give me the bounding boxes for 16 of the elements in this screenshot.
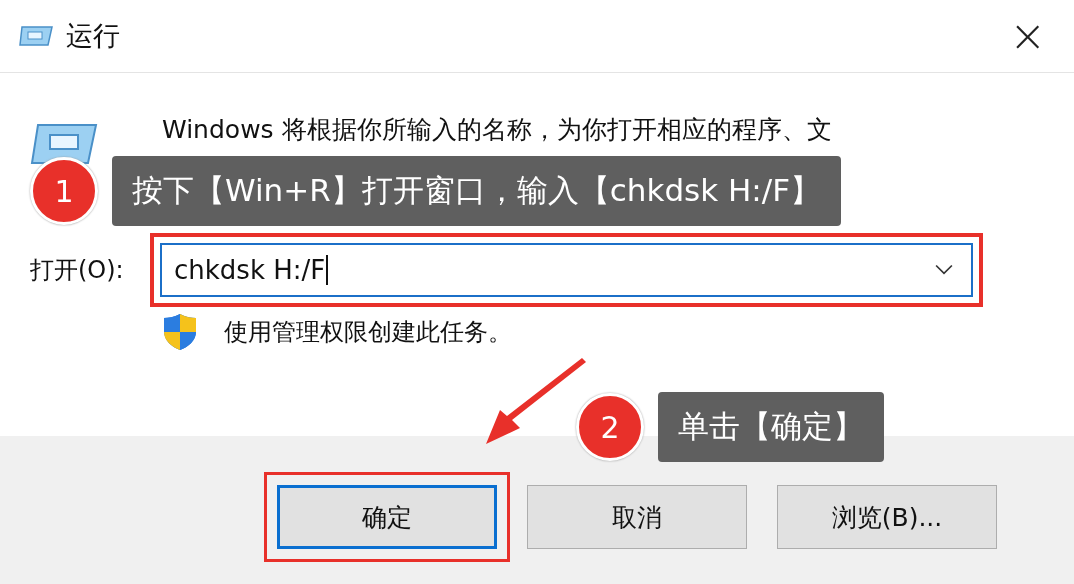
step-number: 2 (576, 393, 644, 461)
description-text: Windows 将根据你所输入的名称，为你打开相应的程序、文 (162, 114, 832, 146)
run-icon (18, 24, 54, 48)
callout-text: 按下【Win+R】打开窗口，输入【chkdsk H:/F】 (112, 156, 842, 226)
step-number: 1 (30, 157, 98, 225)
dialog-button[interactable]: 浏览(B)... (777, 485, 997, 549)
dialog-button[interactable]: 确定 (277, 485, 497, 549)
callout-text: 单击【确定】 (658, 392, 884, 462)
open-label: 打开(O): (30, 255, 125, 286)
close-button[interactable]: × (1003, 14, 1052, 58)
shield-icon (162, 313, 198, 351)
dialog-button[interactable]: 取消 (527, 485, 747, 549)
admin-note: 使用管理权限创建此任务。 (224, 317, 512, 348)
chevron-down-icon[interactable] (935, 264, 953, 276)
command-field[interactable]: chkdsk H:/F (160, 243, 973, 297)
window-title: 运行 (66, 19, 120, 53)
